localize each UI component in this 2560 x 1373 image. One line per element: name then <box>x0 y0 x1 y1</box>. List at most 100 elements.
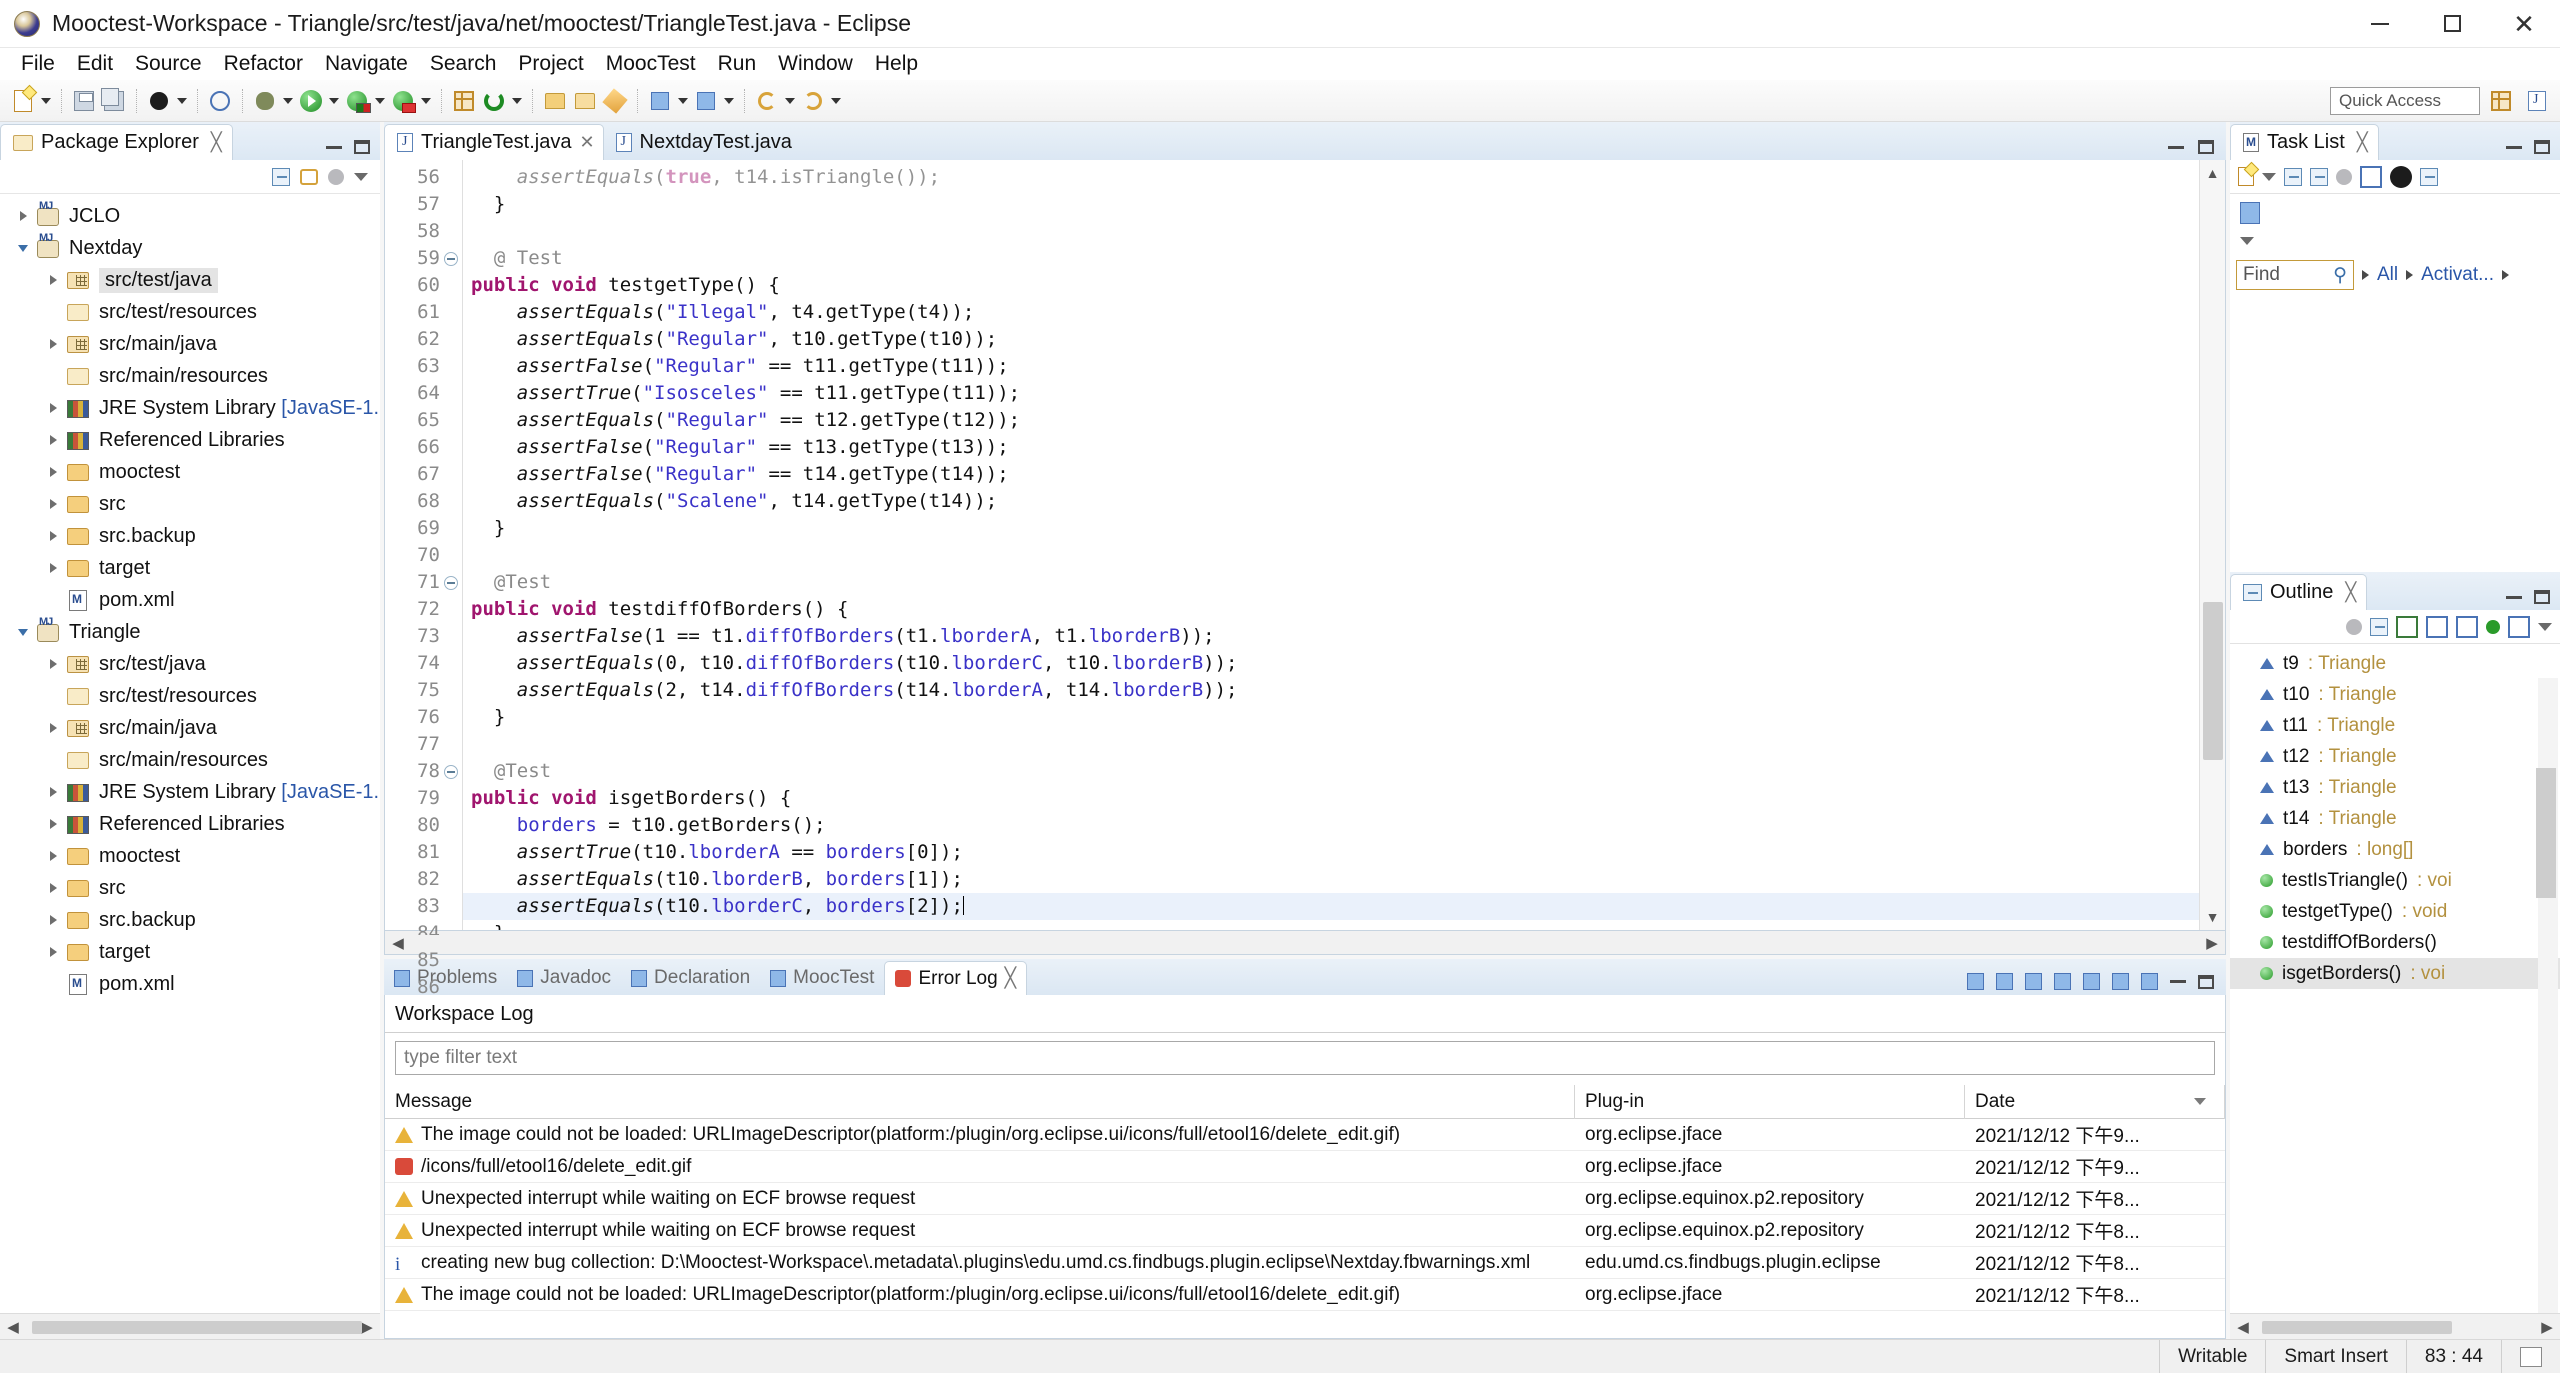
twisty-collapsed-icon[interactable] <box>40 403 66 413</box>
outline-vscrollbar[interactable] <box>2536 678 2558 1313</box>
tree-item[interactable]: JRE System Library [JavaSE-1. <box>0 776 380 808</box>
code-line[interactable]: assertEquals(t10.lborderB, borders[1]); <box>463 866 2199 893</box>
previous-annotation-button[interactable] <box>691 86 721 116</box>
minimize-view-icon[interactable] <box>2170 980 2186 983</box>
vscroll-thumb[interactable] <box>2202 602 2223 761</box>
outline-item[interactable]: t9 : Triangle <box>2230 648 2560 679</box>
clear-log-icon[interactable] <box>2054 973 2071 990</box>
tree-item[interactable]: Nextday <box>0 232 380 264</box>
minimize-view-icon[interactable] <box>2506 145 2522 149</box>
code-line[interactable]: assertFalse("Regular" == t11.getType(t11… <box>463 353 2199 380</box>
open-task-button[interactable] <box>570 86 600 116</box>
code-line[interactable]: assertEquals("Regular", t10.getType(t10)… <box>463 326 2199 353</box>
outline-tree[interactable]: t9 : Triangle t10 : Triangle t11 : Triangl… <box>2230 644 2560 1313</box>
scroll-up-icon[interactable]: ▲ <box>2200 160 2226 186</box>
outline-item[interactable]: t14 : Triangle <box>2230 803 2560 834</box>
outline-item[interactable]: borders : long[] <box>2230 834 2560 865</box>
twisty-expanded-icon[interactable] <box>10 629 36 636</box>
sort-icon[interactable] <box>2346 618 2362 635</box>
code-line[interactable]: assertEquals("Regular" == t12.getType(t1… <box>463 407 2199 434</box>
expand-icon[interactable] <box>2240 237 2254 245</box>
next-annotation-button[interactable] <box>645 86 675 116</box>
tree-item[interactable]: pom.xml <box>0 968 380 1000</box>
column-header-date[interactable]: Date <box>1965 1084 2225 1119</box>
menu-project[interactable]: Project <box>507 49 594 79</box>
run-coverage-dropdown[interactable] <box>372 86 388 116</box>
package-explorer-tree[interactable]: JCLO Nextday src/test/java src/test/resourc… <box>0 194 380 1313</box>
twisty-collapsed-icon[interactable] <box>40 659 66 669</box>
hscroll-thumb[interactable] <box>32 1320 362 1334</box>
twisty-collapsed-icon[interactable] <box>40 339 66 349</box>
hide-local-icon[interactable] <box>2486 619 2500 634</box>
log-row[interactable]: The image could not be loaded: URLImageD… <box>385 1119 2225 1151</box>
filter-all[interactable]: All <box>2377 264 2398 286</box>
log-filter-input[interactable]: type filter text <box>395 1041 2215 1075</box>
package-explorer-hscrollbar[interactable]: ◀ ▶ <box>0 1313 380 1339</box>
minimize-view-icon[interactable] <box>326 145 342 149</box>
tree-item[interactable]: src/test/resources <box>0 296 380 328</box>
code-line[interactable]: } <box>463 515 2199 542</box>
menu-help[interactable]: Help <box>864 49 929 79</box>
maximize-view-icon[interactable] <box>2534 590 2550 604</box>
scheduled-icon[interactable] <box>2310 167 2328 186</box>
chevron-right-icon[interactable] <box>2362 270 2369 280</box>
tree-item[interactable]: src/main/java <box>0 328 380 360</box>
outline-item[interactable]: t10 : Triangle <box>2230 679 2560 710</box>
debug-dropdown[interactable] <box>280 86 296 116</box>
run-mooctest-button[interactable] <box>388 86 418 116</box>
new-class-dropdown[interactable] <box>509 86 525 116</box>
tree-item[interactable]: pom.xml <box>0 584 380 616</box>
code-line[interactable]: } <box>463 191 2199 218</box>
skip-breakpoints-button[interactable] <box>205 86 235 116</box>
twisty-collapsed-icon[interactable] <box>40 723 66 733</box>
task-find-input[interactable]: Find ⚲ <box>2236 260 2354 290</box>
maximize-view-icon[interactable] <box>2198 974 2214 989</box>
menu-navigate[interactable]: Navigate <box>314 49 419 79</box>
close-icon[interactable]: ╳ <box>2345 582 2356 603</box>
back-button[interactable] <box>752 86 782 116</box>
scroll-right-icon[interactable]: ▶ <box>2534 1315 2560 1339</box>
open-perspective-button[interactable] <box>2486 86 2516 116</box>
code-line[interactable] <box>463 731 2199 758</box>
tree-item[interactable]: src/test/resources <box>0 680 380 712</box>
back-dropdown[interactable] <box>782 86 798 116</box>
vscroll-track[interactable] <box>2200 186 2226 904</box>
hscroll-thumb[interactable] <box>2262 1320 2452 1334</box>
code-line[interactable]: assertEquals(t10.lborderC, borders[2]); <box>463 893 2199 920</box>
debug-button[interactable] <box>250 86 280 116</box>
code-line[interactable]: assertEquals("Scalene", t14.getType(t14)… <box>463 488 2199 515</box>
code-line[interactable]: assertTrue(t10.lborderA == borders[0]); <box>463 839 2199 866</box>
code-line[interactable]: } <box>463 920 2199 930</box>
collapse-all-icon[interactable] <box>2420 167 2438 186</box>
hscroll-track[interactable] <box>411 934 2199 951</box>
code-line[interactable]: assertEquals(2, t14.diffOfBorders(t14.lb… <box>463 677 2199 704</box>
person-button[interactable] <box>144 86 174 116</box>
minimize-editor-icon[interactable] <box>2168 145 2184 149</box>
twisty-collapsed-icon[interactable] <box>40 883 66 893</box>
outline-item[interactable]: t12 : Triangle <box>2230 741 2560 772</box>
twisty-collapsed-icon[interactable] <box>40 947 66 957</box>
chevron-right-icon[interactable] <box>2406 270 2414 280</box>
categorized-icon[interactable] <box>2284 167 2302 186</box>
code-line[interactable]: assertFalse("Regular" == t14.getType(t14… <box>463 461 2199 488</box>
column-header-plugin[interactable]: Plug-in <box>1575 1084 1965 1119</box>
tree-item[interactable]: Triangle <box>0 616 380 648</box>
save-all-button[interactable] <box>99 86 129 116</box>
tree-item[interactable]: src.backup <box>0 520 380 552</box>
code-line[interactable]: assertFalse("Regular" == t13.getType(t13… <box>463 434 2199 461</box>
open-log-icon[interactable] <box>2112 973 2129 990</box>
log-table-rows[interactable]: The image could not be loaded: URLImageD… <box>385 1119 2225 1338</box>
new-wizard-dropdown[interactable] <box>38 86 54 116</box>
outline-item[interactable]: testdiffOfBorders() <box>2230 927 2560 958</box>
close-icon[interactable]: ╳ <box>2357 132 2368 153</box>
tree-item[interactable]: src/test/java <box>0 648 380 680</box>
run-mooctest-dropdown[interactable] <box>418 86 434 116</box>
editor-content[interactable]: 56 57 58 59 60 61 62 63 64 65 66 67 68 69 70 71 72 73 74 75… <box>384 160 2226 998</box>
forward-dropdown[interactable] <box>828 86 844 116</box>
open-type-button[interactable] <box>540 86 570 116</box>
log-row[interactable]: i creating new bug collection: D:\Mooctes… <box>385 1247 2225 1279</box>
code-line[interactable] <box>463 218 2199 245</box>
code-line[interactable]: public void testdiffOfBorders() { <box>463 596 2199 623</box>
bottom-tab-mooctest[interactable]: MoocTest <box>760 961 884 995</box>
editor-hscrollbar[interactable]: ◀ ▶ <box>384 931 2226 955</box>
